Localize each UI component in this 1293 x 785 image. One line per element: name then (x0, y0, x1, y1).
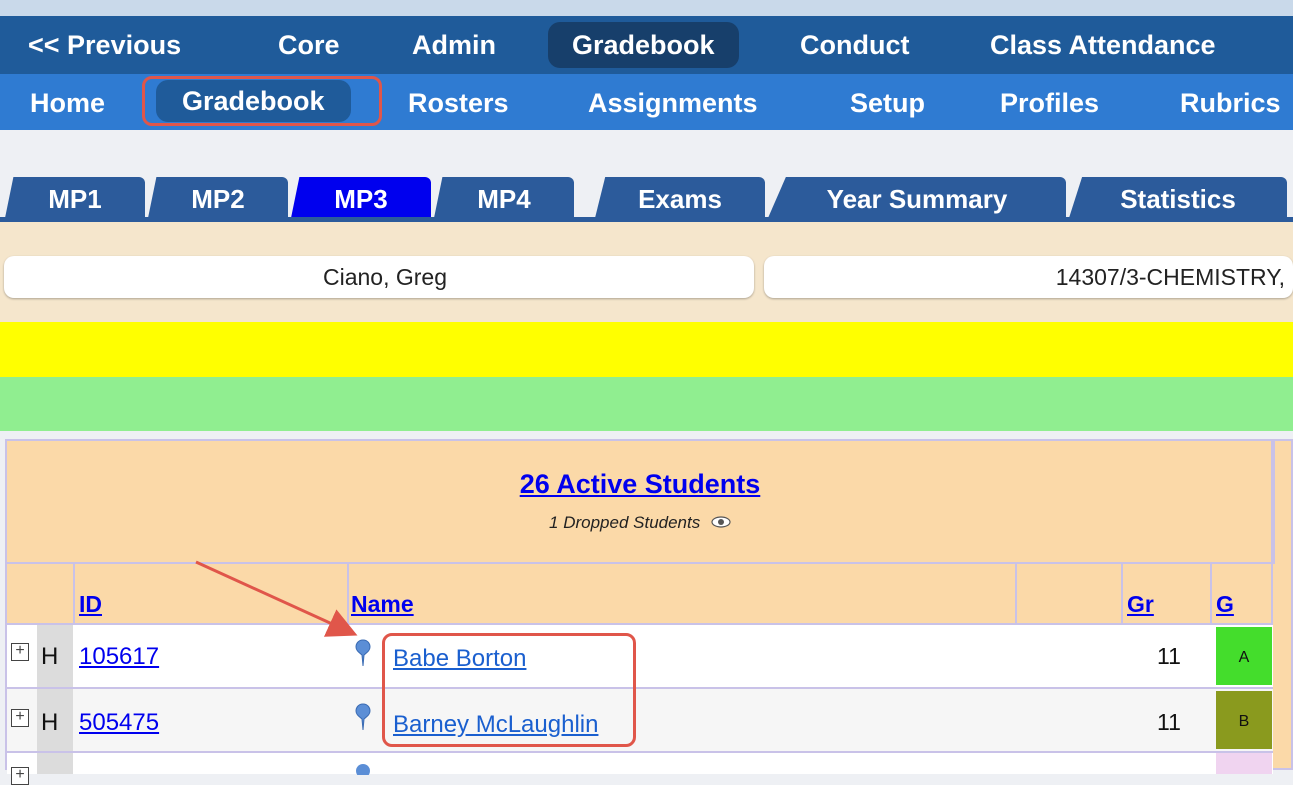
student-id-link[interactable]: 505475 (79, 709, 159, 737)
table-header-box: 26 Active Students 1 Dropped Students (7, 441, 1275, 564)
col-header-id[interactable]: ID (79, 591, 102, 618)
marking-period-tabs: MP1 MP2 MP3 MP4 Exams Year Summary Stati… (0, 177, 1293, 221)
grade-cell[interactable]: B (1216, 691, 1272, 749)
pin-icon[interactable] (355, 763, 371, 775)
tab-statistics[interactable]: Statistics (1069, 177, 1287, 218)
tab-year-summary[interactable]: Year Summary (768, 177, 1066, 218)
course-name: 14307/3-CHEMISTRY, (1055, 264, 1285, 290)
flag-letter: H (41, 709, 59, 736)
table-row: + H 105617 Babe Borton 11 A (7, 623, 1273, 687)
tab-mp3[interactable]: MP3 (291, 177, 431, 218)
green-status-bar (0, 377, 1293, 431)
table-row: + H 505475 Barney McLaughlin 11 B (7, 687, 1273, 751)
highlight-names-box (382, 633, 636, 747)
student-id-link[interactable]: 105617 (79, 643, 159, 671)
expand-icon[interactable]: + (11, 643, 29, 661)
h-cell (37, 753, 73, 774)
top-strip (0, 0, 1293, 16)
tab-mp4[interactable]: MP4 (434, 177, 574, 218)
highlight-gradebook-box (142, 76, 382, 126)
yellow-status-bar (0, 322, 1293, 377)
tab-exams[interactable]: Exams (595, 177, 765, 218)
teacher-selector[interactable]: Ciano, Greg (4, 256, 754, 298)
subnav-rosters[interactable]: Rosters (408, 86, 509, 120)
grade-cell[interactable]: A (1216, 627, 1272, 685)
subnav-home[interactable]: Home (30, 86, 105, 120)
tab-mp2[interactable]: MP2 (148, 177, 288, 218)
grade-level: 11 (1157, 643, 1181, 669)
nav-gradebook[interactable]: Gradebook (548, 22, 739, 68)
grade-cell[interactable] (1216, 753, 1272, 774)
grade-level: 11 (1157, 709, 1181, 735)
primary-nav: << Previous Core Admin Gradebook Conduct… (0, 16, 1293, 74)
student-table: 26 Active Students 1 Dropped Students ID… (5, 439, 1293, 785)
pin-icon[interactable] (355, 703, 371, 731)
col-header-name[interactable]: Name (351, 591, 414, 618)
nav-previous[interactable]: << Previous (28, 28, 181, 62)
nav-admin[interactable]: Admin (412, 28, 496, 62)
subnav-profiles[interactable]: Profiles (1000, 86, 1099, 120)
subnav-rubrics[interactable]: Rubrics (1180, 86, 1281, 120)
expand-icon[interactable]: + (11, 709, 29, 727)
col-header-g[interactable]: G (1216, 591, 1234, 618)
nav-core[interactable]: Core (278, 28, 340, 62)
nav-class-attendance[interactable]: Class Attendance (990, 28, 1216, 62)
col-header-gr[interactable]: Gr (1127, 591, 1154, 618)
table-row: + (7, 751, 1273, 785)
pin-icon[interactable] (355, 639, 371, 667)
dropped-students-label: 1 Dropped Students (7, 513, 1273, 533)
tab-mp1[interactable]: MP1 (5, 177, 145, 218)
teacher-name: Ciano, Greg (322, 264, 447, 290)
flag-letter: H (41, 643, 59, 670)
nav-conduct[interactable]: Conduct (800, 28, 909, 62)
eye-icon[interactable] (711, 513, 731, 533)
dropped-students-text: 1 Dropped Students (549, 513, 701, 532)
active-students-link[interactable]: 26 Active Students (7, 469, 1273, 500)
subnav-setup[interactable]: Setup (850, 86, 925, 120)
subnav-assignments[interactable]: Assignments (588, 86, 758, 120)
course-selector[interactable]: 14307/3-CHEMISTRY, (764, 256, 1293, 298)
